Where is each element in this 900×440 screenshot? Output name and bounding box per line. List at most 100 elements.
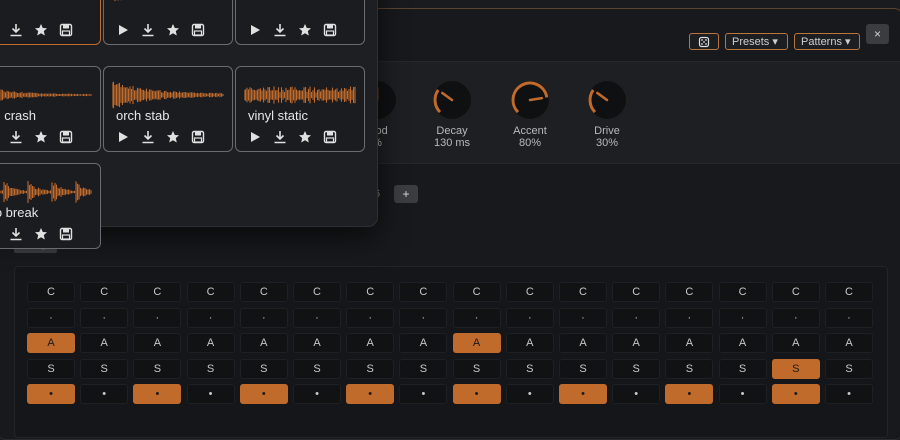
star-icon[interactable] <box>34 130 50 146</box>
star-icon[interactable] <box>166 23 182 39</box>
play-icon[interactable] <box>116 23 132 39</box>
step-cell[interactable]: · <box>665 308 714 328</box>
save-icon[interactable] <box>59 227 75 243</box>
step-cell[interactable]: · <box>452 308 501 328</box>
step-cell[interactable]: C <box>293 282 341 302</box>
save-icon[interactable] <box>59 23 75 39</box>
step-cell[interactable]: C <box>186 282 235 302</box>
download-icon[interactable] <box>9 227 25 243</box>
step-cell[interactable]: C <box>452 282 501 302</box>
step-cell[interactable]: • <box>665 384 714 404</box>
step-cell[interactable]: C <box>665 282 714 302</box>
step-cell[interactable]: • <box>293 384 341 404</box>
close-button[interactable]: × <box>866 24 889 44</box>
knob-decay[interactable] <box>432 80 472 120</box>
step-cell[interactable]: · <box>771 308 820 328</box>
step-cell[interactable]: A <box>80 333 129 353</box>
save-icon[interactable] <box>323 130 339 146</box>
step-cell[interactable]: A <box>825 333 873 353</box>
step-cell[interactable]: C <box>505 282 554 302</box>
step-cell[interactable]: • <box>399 384 448 404</box>
download-icon[interactable] <box>141 23 157 39</box>
star-icon[interactable] <box>166 130 182 146</box>
step-cell[interactable]: A <box>133 333 182 353</box>
step-cell[interactable]: C <box>399 282 448 302</box>
step-cell[interactable]: C <box>825 282 873 302</box>
star-icon[interactable] <box>34 23 50 39</box>
step-cell[interactable]: C <box>346 282 395 302</box>
star-icon[interactable] <box>298 130 314 146</box>
step-cell[interactable]: • <box>186 384 235 404</box>
sample-card[interactable]: mo break <box>0 163 101 249</box>
step-cell[interactable]: C <box>771 282 820 302</box>
add-pattern-button[interactable]: + <box>394 185 418 203</box>
step-cell[interactable]: A <box>186 333 235 353</box>
step-cell[interactable]: A <box>559 333 607 353</box>
step-cell[interactable]: · <box>718 308 767 328</box>
download-icon[interactable] <box>273 23 289 39</box>
step-cell[interactable]: C <box>718 282 767 302</box>
step-cell[interactable]: S <box>399 359 448 379</box>
step-cell[interactable]: • <box>346 384 395 404</box>
step-cell[interactable]: • <box>239 384 288 404</box>
step-cell[interactable]: · <box>346 308 395 328</box>
play-icon[interactable] <box>116 130 132 146</box>
step-cell[interactable]: S <box>718 359 767 379</box>
step-cell[interactable]: · <box>559 308 607 328</box>
step-cell[interactable]: · <box>505 308 554 328</box>
sample-card[interactable]: orch stab <box>103 66 233 152</box>
step-cell[interactable]: • <box>612 384 661 404</box>
step-cell[interactable]: · <box>27 308 75 328</box>
step-cell[interactable]: S <box>293 359 341 379</box>
step-cell[interactable]: S <box>505 359 554 379</box>
step-cell[interactable]: • <box>27 384 75 404</box>
step-cell[interactable]: · <box>186 308 235 328</box>
knob-drive[interactable] <box>587 80 627 120</box>
sample-card[interactable]: vinyl static <box>235 66 365 152</box>
save-icon[interactable] <box>191 23 207 39</box>
step-cell[interactable]: C <box>133 282 182 302</box>
step-cell[interactable]: A <box>27 333 75 353</box>
step-cell[interactable]: • <box>505 384 554 404</box>
patterns-dropdown[interactable]: Patterns ▾ <box>794 33 860 50</box>
step-cell[interactable]: S <box>771 359 820 379</box>
step-cell[interactable]: S <box>80 359 129 379</box>
step-cell[interactable]: C <box>612 282 661 302</box>
step-cell[interactable]: A <box>399 333 448 353</box>
step-cell[interactable]: S <box>186 359 235 379</box>
step-cell[interactable]: • <box>452 384 501 404</box>
step-cell[interactable]: · <box>399 308 448 328</box>
step-cell[interactable]: S <box>27 359 75 379</box>
save-icon[interactable] <box>323 23 339 39</box>
step-cell[interactable]: S <box>452 359 501 379</box>
play-icon[interactable] <box>248 23 264 39</box>
step-cell[interactable]: S <box>612 359 661 379</box>
download-icon[interactable] <box>9 130 25 146</box>
step-cell[interactable]: S <box>825 359 873 379</box>
presets-dropdown[interactable]: Presets ▾ <box>725 33 788 50</box>
download-icon[interactable] <box>9 23 25 39</box>
randomize-button[interactable] <box>689 33 719 50</box>
step-cell[interactable]: · <box>293 308 341 328</box>
step-cell[interactable]: • <box>80 384 129 404</box>
step-cell[interactable]: C <box>559 282 607 302</box>
step-cell[interactable]: S <box>346 359 395 379</box>
save-icon[interactable] <box>59 130 75 146</box>
knob-accent[interactable] <box>510 80 550 120</box>
star-icon[interactable] <box>298 23 314 39</box>
step-cell[interactable]: S <box>133 359 182 379</box>
step-cell[interactable]: A <box>293 333 341 353</box>
step-cell[interactable]: • <box>825 384 873 404</box>
step-cell[interactable]: A <box>665 333 714 353</box>
step-cell[interactable]: A <box>239 333 288 353</box>
sample-card[interactable] <box>0 0 101 45</box>
download-icon[interactable] <box>273 130 289 146</box>
step-cell[interactable]: • <box>771 384 820 404</box>
step-cell[interactable]: • <box>559 384 607 404</box>
step-cell[interactable]: · <box>612 308 661 328</box>
star-icon[interactable] <box>34 227 50 243</box>
sample-card[interactable] <box>103 0 233 45</box>
step-cell[interactable]: A <box>452 333 501 353</box>
save-icon[interactable] <box>191 130 207 146</box>
step-cell[interactable]: A <box>612 333 661 353</box>
